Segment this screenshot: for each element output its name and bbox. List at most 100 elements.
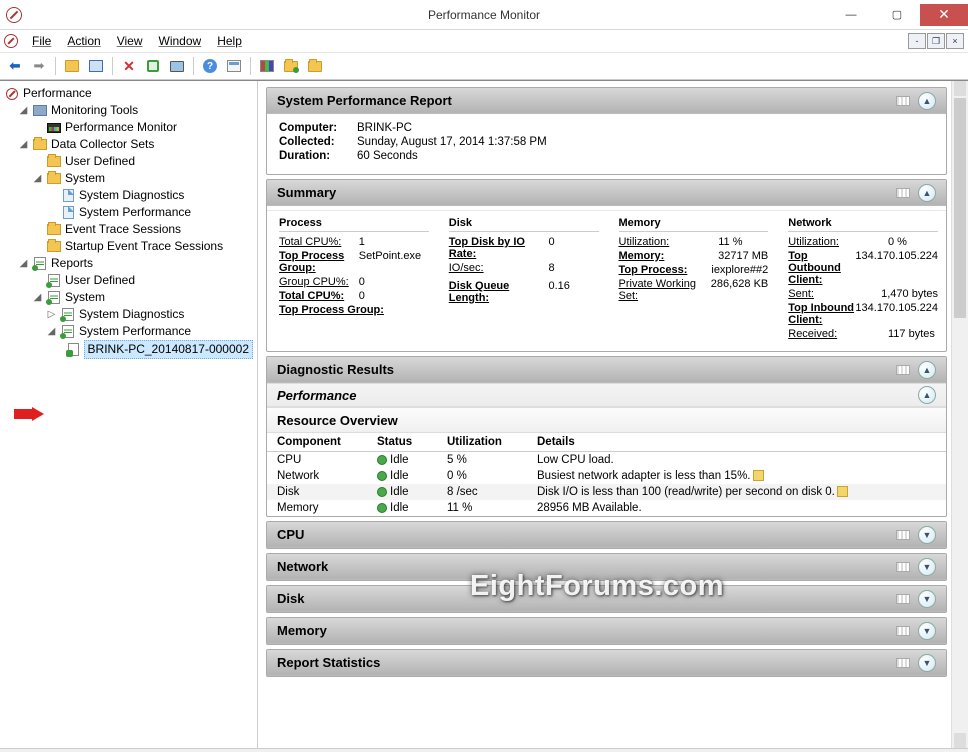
expand-icon[interactable]: ▷ [46, 306, 57, 323]
minimize-button[interactable]: — [828, 4, 874, 26]
collapse-icon[interactable]: ◢ [46, 323, 57, 340]
open-folder-button[interactable] [304, 55, 326, 77]
tree-monitoring-tools[interactable]: ◢Monitoring Tools [16, 102, 255, 119]
tree-reports-system-performance[interactable]: ◢System Performance [44, 323, 255, 340]
window-titlebar: Performance Monitor — ▢ ✕ [0, 0, 968, 30]
main-split: Performance ◢Monitoring Tools Performanc… [0, 80, 968, 748]
collapse-icon[interactable]: ▲ [918, 386, 936, 404]
menu-help[interactable]: Help [211, 32, 248, 50]
section-header-report[interactable]: System Performance Report ▲ [267, 88, 946, 114]
status-dot-icon [377, 471, 387, 481]
content-pane: System Performance Report ▲ Computer:BRI… [258, 81, 968, 748]
collapse-icon[interactable]: ◢ [18, 255, 29, 272]
section-summary: Summary ▲ Process Total CPU%:1 Top Proce… [266, 179, 947, 352]
subsection-performance[interactable]: Performance ▲ [267, 383, 946, 407]
edit-icon[interactable] [753, 470, 764, 481]
edit-icon[interactable] [837, 486, 848, 497]
view-folder-button[interactable] [280, 55, 302, 77]
nav-back-button[interactable]: ⬅ [4, 55, 26, 77]
status-bar [0, 748, 968, 752]
section-header-disk[interactable]: Disk▼ [267, 586, 946, 612]
tree-reports-user-defined[interactable]: User Defined [30, 272, 255, 289]
collapse-icon[interactable]: ▲ [918, 92, 936, 110]
mdi-minimize[interactable]: - [908, 33, 926, 49]
tree-startup-event-trace-sessions[interactable]: Startup Event Trace Sessions [30, 238, 255, 255]
collapse-icon[interactable]: ◢ [32, 289, 43, 306]
table-row: MemoryIdle11 %28956 MB Available. [267, 500, 946, 516]
summary-body: Process Total CPU%:1 Top Process Group:S… [267, 206, 946, 351]
collapse-icon[interactable]: ◢ [18, 136, 29, 153]
status-dot-icon [377, 487, 387, 497]
grid-icon [896, 365, 910, 375]
expand-icon[interactable]: ▼ [918, 526, 936, 544]
menu-file[interactable]: File [26, 32, 57, 50]
grid-icon [896, 188, 910, 198]
menu-action[interactable]: Action [61, 32, 106, 50]
summary-process-col: Process Total CPU%:1 Top Process Group:S… [267, 211, 437, 345]
status-dot-icon [377, 503, 387, 513]
mdi-close[interactable]: × [946, 33, 964, 49]
table-row: CPUIdle5 %Low CPU load. [267, 452, 946, 469]
expand-icon[interactable]: ▼ [918, 654, 936, 672]
nav-tree: Performance ◢Monitoring Tools Performanc… [2, 85, 255, 359]
tree-data-collector-sets[interactable]: ◢Data Collector Sets [16, 136, 255, 153]
scroll-thumb[interactable] [954, 98, 966, 318]
up-button[interactable] [61, 55, 83, 77]
section-header-stats[interactable]: Report Statistics▼ [267, 650, 946, 676]
tree-dcs-system-performance[interactable]: System Performance [44, 204, 255, 221]
tree-dcs-system-diagnostics[interactable]: System Diagnostics [44, 187, 255, 204]
table-row: NetworkIdle0 %Busiest network adapter is… [267, 468, 946, 484]
grid-icon [896, 96, 910, 106]
section-diagnostic-results: Diagnostic Results ▲ Performance ▲ Resou… [266, 356, 947, 517]
report-info: Computer:BRINK-PC Collected:Sunday, Augu… [267, 114, 946, 174]
tree-dcs-user-defined[interactable]: User Defined [30, 153, 255, 170]
mdi-app-icon[interactable] [4, 34, 18, 48]
tree-reports-system-diagnostics[interactable]: ▷System Diagnostics [44, 306, 255, 323]
summary-network-col: Network Utilization:0 % Top Outbound Cli… [776, 211, 946, 345]
tree-reports-system[interactable]: ◢System [30, 289, 255, 306]
section-header-memory[interactable]: Memory▼ [267, 618, 946, 644]
section-disk: Disk▼ [266, 585, 947, 613]
expand-icon[interactable]: ▼ [918, 558, 936, 576]
menu-window[interactable]: Window [153, 32, 208, 50]
nav-forward-button[interactable]: ➡ [28, 55, 50, 77]
collapse-icon[interactable]: ▲ [918, 361, 936, 379]
show-hide-tree-button[interactable] [85, 55, 107, 77]
toolbar: ⬅ ➡ ✕ ? [0, 52, 968, 80]
section-header-network[interactable]: Network▼ [267, 554, 946, 580]
mdi-controls: - ❐ × [908, 33, 964, 49]
tree-performance-monitor[interactable]: Performance Monitor [30, 119, 255, 136]
tree-dcs-system[interactable]: ◢System [30, 170, 255, 187]
section-header-diag[interactable]: Diagnostic Results ▲ [267, 357, 946, 383]
grid-icon [896, 658, 910, 668]
section-cpu: CPU▼ [266, 521, 947, 549]
collapse-icon[interactable]: ▲ [918, 184, 936, 202]
section-header-cpu[interactable]: CPU▼ [267, 522, 946, 548]
summary-memory-col: Memory Utilization:11 % Memory:32717 MB … [607, 211, 777, 345]
section-header-summary[interactable]: Summary ▲ [267, 180, 946, 206]
collapse-icon[interactable]: ◢ [32, 170, 43, 187]
collapse-icon[interactable]: ◢ [18, 102, 29, 119]
monitor-button[interactable] [166, 55, 188, 77]
delete-button[interactable]: ✕ [118, 55, 140, 77]
maximize-button[interactable]: ▢ [874, 4, 920, 26]
menu-view[interactable]: View [111, 32, 149, 50]
help-button[interactable]: ? [199, 55, 221, 77]
expand-icon[interactable]: ▼ [918, 622, 936, 640]
vertical-scrollbar[interactable] [951, 81, 968, 748]
tree-reports[interactable]: ◢Reports [16, 255, 255, 272]
tree-root-performance[interactable]: Performance [2, 85, 255, 102]
tree-event-trace-sessions[interactable]: Event Trace Sessions [30, 221, 255, 238]
status-dot-icon [377, 455, 387, 465]
tree-report-file-selected[interactable]: BRINK-PC_20140817-000002 [58, 340, 255, 359]
start-button[interactable] [142, 55, 164, 77]
properties-button[interactable] [223, 55, 245, 77]
grid-icon [896, 562, 910, 572]
subsection-resource-overview: Resource Overview [267, 407, 946, 433]
mdi-restore[interactable]: ❐ [927, 33, 945, 49]
expand-icon[interactable]: ▼ [918, 590, 936, 608]
view-thumb-button[interactable] [256, 55, 278, 77]
summary-disk-col: Disk Top Disk by IO Rate:0 IO/sec:8 Disk… [437, 211, 607, 345]
close-button[interactable]: ✕ [920, 4, 968, 26]
menu-bar: File Action View Window Help - ❐ × [0, 30, 968, 52]
